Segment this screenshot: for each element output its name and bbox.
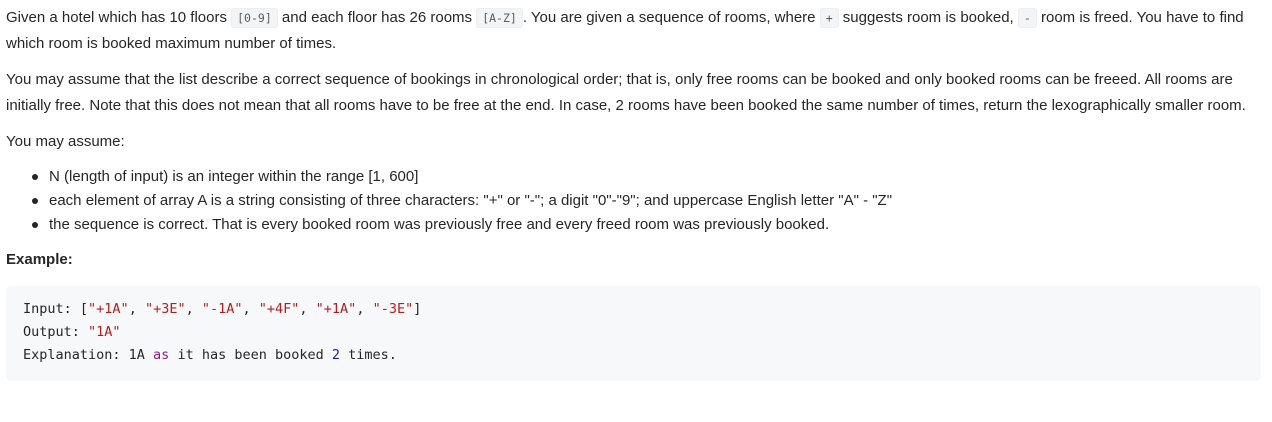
- input-bracket-close: ]: [413, 301, 422, 317]
- intro-paragraph: Given a hotel which has 10 floors [0-9] …: [6, 5, 1264, 57]
- example-heading: Example:: [6, 251, 73, 268]
- minus-symbol-code: -: [1017, 8, 1037, 28]
- input-item: "+3E": [144, 301, 186, 317]
- input-item: "-1A": [201, 301, 243, 317]
- intro-text-4: suggests room is booked,: [838, 9, 1018, 26]
- plus-symbol-code: +: [819, 8, 839, 28]
- you-may-assume-label: You may assume:: [6, 133, 125, 150]
- output-label: Output:: [23, 324, 89, 340]
- intro-text-2: and each floor has 26 rooms: [277, 9, 477, 26]
- explanation-keyword: as: [153, 347, 170, 363]
- input-item: "-3E": [372, 301, 414, 317]
- explanation-number: 2: [331, 347, 341, 363]
- input-item: "+1A": [88, 301, 129, 317]
- explanation-end: times.: [340, 347, 397, 363]
- input-item: "+4F": [258, 301, 300, 317]
- constraint-item: each element of array A is a string cons…: [32, 189, 1264, 213]
- input-separator: ,: [128, 301, 145, 317]
- problem-description: Given a hotel which has 10 floors [0-9] …: [0, 0, 1272, 381]
- floors-range-code: [0-9]: [231, 8, 278, 28]
- constraint-item: the sequence is correct. That is every b…: [32, 213, 1264, 237]
- input-label: Input:: [23, 301, 80, 317]
- explanation-label: Explanation: 1A: [23, 347, 154, 363]
- input-item: "+1A": [315, 301, 357, 317]
- output-value: "1A": [88, 324, 121, 340]
- intro-text-3: . You are given a sequence of rooms, whe…: [522, 9, 820, 26]
- example-code-block: Input: ["+1A", "+3E", "-1A", "+4F", "+1A…: [6, 286, 1261, 381]
- input-separator: ,: [356, 301, 373, 317]
- explanation-middle: it has been booked: [169, 347, 332, 363]
- input-bracket-open: [: [79, 301, 89, 317]
- constraint-item: N (length of input) is an integer within…: [32, 165, 1264, 189]
- rooms-range-code: [A-Z]: [476, 8, 523, 28]
- input-separator: ,: [242, 301, 259, 317]
- assumption-paragraph: You may assume that the list describe a …: [6, 71, 1246, 114]
- intro-text-1: Given a hotel which has 10 floors: [6, 9, 232, 26]
- input-separator: ,: [185, 301, 202, 317]
- constraints-list: N (length of input) is an integer within…: [6, 165, 1264, 237]
- input-separator: ,: [299, 301, 316, 317]
